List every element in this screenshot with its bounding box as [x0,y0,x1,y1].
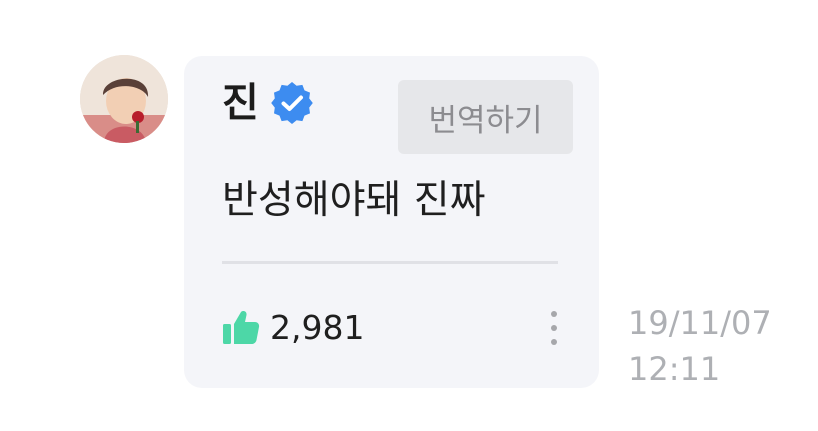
message-text: 반성해야돼 진짜 [222,178,486,223]
more-options-button[interactable] [546,310,562,346]
verified-badge-icon [271,82,313,124]
more-vertical-icon [551,311,557,317]
message-card: 진 번역하기 반성해야돼 진짜 2,981 [184,56,599,388]
like-button[interactable]: 2,981 [222,308,364,346]
translate-button[interactable]: 번역하기 [398,80,573,154]
timestamp-time: 12:11 [628,350,721,388]
divider [222,261,558,264]
avatar-image [80,55,168,143]
comment-view: 진 번역하기 반성해야돼 진짜 2,981 19/11/07 12:11 [0,0,818,431]
timestamp-date: 19/11/07 [628,304,772,342]
timestamp: 19/11/07 12:11 [628,300,772,392]
like-count: 2,981 [270,307,365,347]
author-row: 진 [222,82,313,124]
author-name[interactable]: 진 [222,83,259,123]
thumbs-up-icon [223,311,260,344]
avatar[interactable] [80,55,168,143]
